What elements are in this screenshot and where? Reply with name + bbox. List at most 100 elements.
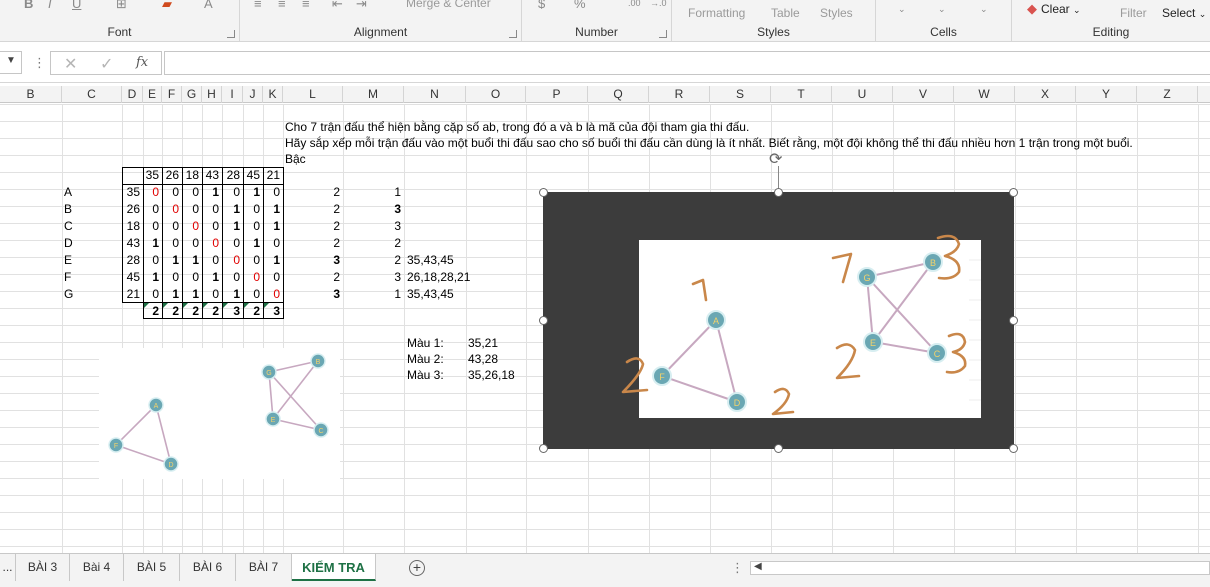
align-right-icon[interactable]: ≡ — [302, 0, 310, 11]
matrix-cell[interactable]: 0 — [222, 184, 243, 201]
row-label[interactable]: F — [64, 269, 71, 286]
matrix-cell[interactable]: 1 — [243, 235, 263, 252]
small-graph-image[interactable]: A F D G B E C — [99, 348, 340, 479]
matrix-header[interactable]: 45 — [243, 167, 263, 184]
matrix-cell[interactable]: 0 — [202, 286, 222, 303]
matrix-cell[interactable]: 1 — [162, 286, 182, 303]
percent-icon[interactable]: % — [574, 0, 586, 11]
column-header-f[interactable]: F — [162, 86, 182, 103]
bold-icon[interactable]: B — [24, 0, 33, 11]
format-dropdown-icon[interactable]: ⌄ — [980, 4, 988, 15]
matrix-cell[interactable]: 1 — [143, 269, 162, 286]
resize-handle-ne[interactable] — [1009, 188, 1018, 197]
horizontal-scrollbar[interactable]: ◀ — [750, 561, 1210, 575]
annotated-graph-image[interactable]: A F D G B E C — [543, 192, 1014, 449]
formula-input[interactable] — [164, 51, 1210, 75]
fill-color-icon[interactable]: ▰ — [162, 0, 172, 12]
row-label[interactable]: E — [64, 252, 72, 269]
column-header-i[interactable]: I — [222, 86, 243, 103]
tab-bai-7[interactable]: BÀI 7 — [236, 554, 292, 581]
cell-styles-button[interactable]: Styles — [820, 6, 853, 20]
tab-kiem-tra[interactable]: KIỂM TRA — [292, 554, 376, 581]
matrix-cell[interactable]: 1 — [143, 235, 162, 252]
resize-handle-sw[interactable] — [539, 444, 548, 453]
column-header-r[interactable]: R — [649, 86, 710, 103]
matrix-cell[interactable]: 0 — [202, 252, 222, 269]
add-sheet-icon[interactable]: + — [409, 560, 425, 576]
row-label[interactable]: C — [64, 218, 73, 235]
find-select-button[interactable]: Select ⌄ — [1162, 6, 1206, 20]
underline-icon[interactable]: U — [72, 0, 81, 11]
matrix-cell[interactable]: 1 — [263, 252, 283, 269]
cancel-icon[interactable]: ✕ — [64, 54, 77, 74]
matrix-cell[interactable]: 0 — [182, 201, 202, 218]
matrix-cell[interactable]: 0 — [162, 184, 182, 201]
degree-cell[interactable]: 2 — [283, 235, 343, 252]
column-header-e[interactable]: E — [143, 86, 162, 103]
color-index-cell[interactable]: 3 — [343, 201, 404, 218]
matrix-cell[interactable]: 0 — [263, 235, 283, 252]
column-header-d[interactable]: D — [122, 86, 143, 103]
tab-bai-3[interactable]: BÀI 3 — [16, 554, 70, 581]
matrix-cell[interactable]: 0 — [202, 201, 222, 218]
column-header-y[interactable]: Y — [1076, 86, 1137, 103]
matrix-cell[interactable]: 1 — [182, 286, 202, 303]
matrix-cell[interactable]: 0 — [243, 218, 263, 235]
resize-handle-w[interactable] — [539, 316, 548, 325]
row-code[interactable]: 35 — [122, 184, 143, 201]
matrix-cell[interactable]: 1 — [263, 218, 283, 235]
row-label[interactable]: D — [64, 235, 73, 252]
clear-button[interactable]: ◆ Clear ⌄ — [1027, 1, 1081, 17]
alignment-dialog-launcher-icon[interactable] — [509, 30, 517, 38]
column-header-j[interactable]: J — [243, 86, 263, 103]
matrix-header[interactable]: 28 — [222, 167, 243, 184]
tab-bai-6[interactable]: BÀI 6 — [180, 554, 236, 581]
degree-cell[interactable]: 2 — [283, 269, 343, 286]
column-header-x[interactable]: X — [1015, 86, 1076, 103]
bac-label[interactable]: Bậc — [285, 151, 306, 168]
column-header-m[interactable]: M — [343, 86, 404, 103]
font-color-icon[interactable]: A — [204, 0, 213, 11]
column-header-p[interactable]: P — [526, 86, 588, 103]
format-as-table-button[interactable]: Table — [771, 6, 800, 20]
degree-cell[interactable]: 2 — [283, 201, 343, 218]
italic-icon[interactable]: I — [48, 0, 52, 11]
color-value[interactable]: 35,21 — [468, 335, 498, 352]
number-dialog-launcher-icon[interactable] — [659, 30, 667, 38]
matrix-cell[interactable]: 0 — [263, 184, 283, 201]
matrix-cell[interactable]: 0 — [162, 201, 182, 218]
delete-dropdown-icon[interactable]: ⌄ — [938, 4, 946, 15]
matrix-cell[interactable]: 1 — [263, 201, 283, 218]
matrix-cell[interactable]: 0 — [202, 218, 222, 235]
enter-check-icon[interactable]: ✓ — [100, 54, 113, 74]
matrix-cell[interactable]: 1 — [222, 286, 243, 303]
resize-handle-e[interactable] — [1009, 316, 1018, 325]
matrix-cell[interactable]: 1 — [243, 184, 263, 201]
column-header-z[interactable]: Z — [1137, 86, 1198, 103]
color-index-cell[interactable]: 2 — [343, 235, 404, 252]
indent-icon[interactable]: ⇤ — [332, 0, 343, 12]
color-value[interactable]: 43,28 — [468, 351, 498, 368]
matrix-cell[interactable]: 1 — [222, 218, 243, 235]
scroll-left-icon[interactable]: ◀ — [754, 561, 762, 572]
matrix-header[interactable]: 35 — [143, 167, 162, 184]
insert-dropdown-icon[interactable]: ⌄ — [898, 4, 906, 15]
column-header-g[interactable]: G — [182, 86, 202, 103]
resize-handle-nw[interactable] — [539, 188, 548, 197]
resize-handle-s[interactable] — [774, 444, 783, 453]
degree-cell[interactable]: 3 — [283, 286, 343, 303]
color-index-cell[interactable]: 3 — [343, 269, 404, 286]
matrix-cell[interactable]: 1 — [182, 252, 202, 269]
color-index-cell[interactable]: 1 — [343, 286, 404, 303]
matrix-cell[interactable]: 0 — [222, 235, 243, 252]
color-label[interactable]: Màu 1: — [407, 335, 444, 352]
outdent-icon[interactable]: ⇥ — [356, 0, 367, 12]
matrix-cell[interactable]: 0 — [263, 269, 283, 286]
neighbor-list-cell[interactable]: 35,43,45 — [407, 252, 454, 269]
matrix-cell[interactable]: 0 — [222, 269, 243, 286]
align-left-icon[interactable]: ≡ — [254, 0, 262, 11]
matrix-cell[interactable]: 0 — [182, 269, 202, 286]
conditional-formatting-button[interactable]: Formatting — [688, 6, 745, 20]
matrix-cell[interactable]: 0 — [243, 286, 263, 303]
align-center-icon[interactable]: ≡ — [278, 0, 286, 11]
